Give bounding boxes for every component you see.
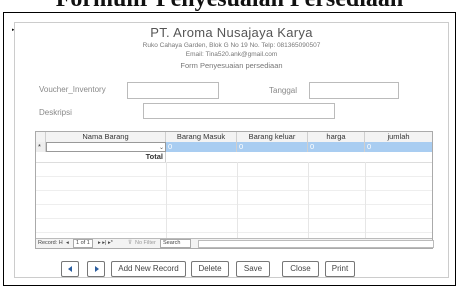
add-new-record-button[interactable]: Add New Record	[111, 261, 186, 277]
grid-column-line	[308, 162, 309, 240]
tanggal-label: Tanggal	[269, 86, 298, 95]
form-title: Form Penyesuaian persediaan	[180, 61, 283, 70]
grid-line	[36, 190, 432, 191]
company-address: Ruko Cahaya Garden, Blok G No 19 No. Tel…	[142, 42, 321, 49]
header-harga[interactable]: harga	[308, 132, 365, 142]
no-filter-label[interactable]: No Filter	[135, 239, 156, 248]
search-box[interactable]: Search	[160, 239, 192, 248]
arrow-left-icon	[68, 266, 72, 272]
deskripsi-input[interactable]	[143, 103, 335, 119]
tanggal-input[interactable]	[309, 82, 399, 99]
chevron-down-icon[interactable]: ⌄	[159, 143, 164, 151]
record-position[interactable]: 1 of 1	[73, 239, 93, 248]
record-prev-icon[interactable]: ◂	[66, 239, 69, 248]
grid-line	[36, 232, 432, 233]
header-barang-masuk[interactable]: Barang Masuk	[166, 132, 237, 142]
deskripsi-label: Deskripsi	[39, 108, 72, 117]
header-barang-keluar[interactable]: Barang keluar	[237, 132, 308, 142]
save-button[interactable]: Save	[236, 261, 270, 277]
record-label: Record: H	[38, 240, 63, 246]
horizontal-scrollbar[interactable]	[198, 240, 434, 248]
company-email: Email: Tina520.ank@gmail.com	[185, 51, 278, 58]
grid-line	[36, 204, 432, 205]
record-navigator: Record: H ◂ 1 of 1 ▸ ▸| ▸* ⊽ No Filter S…	[36, 238, 434, 248]
cell-harga[interactable]: 0	[308, 142, 365, 152]
voucher-input[interactable]	[127, 82, 219, 99]
new-record-row[interactable]: * ⌄ 0 0 0 0	[36, 142, 432, 152]
company-name: PT. Aroma Nusajaya Karya	[150, 25, 313, 40]
grid-column-line	[365, 162, 366, 240]
total-row: Total	[36, 152, 432, 163]
print-button[interactable]: Print	[325, 261, 355, 277]
grid-line	[36, 218, 432, 219]
cell-barang-masuk[interactable]: 0	[166, 142, 237, 152]
header-nama-barang[interactable]: Nama Barang	[46, 132, 166, 142]
adjustment-form: PT. Aroma Nusajaya Karya Ruko Cahaya Gar…	[14, 22, 449, 278]
items-datasheet: Nama Barang Barang Masuk Barang keluar h…	[35, 131, 434, 249]
delete-button[interactable]: Delete	[191, 261, 229, 277]
header-jumlah[interactable]: jumlah	[365, 132, 432, 142]
record-next-icon[interactable]: ▸ ▸| ▸*	[98, 239, 113, 248]
cell-barang-keluar[interactable]: 0	[237, 142, 308, 152]
close-button[interactable]: Close	[282, 261, 319, 277]
no-filter-icon[interactable]: ⊽	[128, 239, 132, 248]
previous-record-button[interactable]	[61, 261, 79, 277]
arrow-right-icon	[95, 266, 99, 272]
cell-jumlah[interactable]: 0	[365, 142, 432, 152]
new-row-marker: *	[36, 142, 46, 152]
grid-line	[36, 176, 432, 177]
header-selector	[36, 132, 46, 142]
next-record-button[interactable]	[87, 261, 105, 277]
grid-column-line	[237, 162, 238, 240]
page-heading: Formulir Penyesuaian Persediaan	[0, 0, 459, 12]
total-label: Total	[46, 152, 166, 162]
voucher-label: Voucher_Inventory	[39, 85, 106, 94]
nama-barang-dropdown[interactable]: ⌄	[46, 142, 166, 152]
grid-column-line	[166, 162, 167, 240]
document-frame: ▸ PT. Aroma Nusajaya Karya Ruko Cahaya G…	[3, 12, 456, 286]
